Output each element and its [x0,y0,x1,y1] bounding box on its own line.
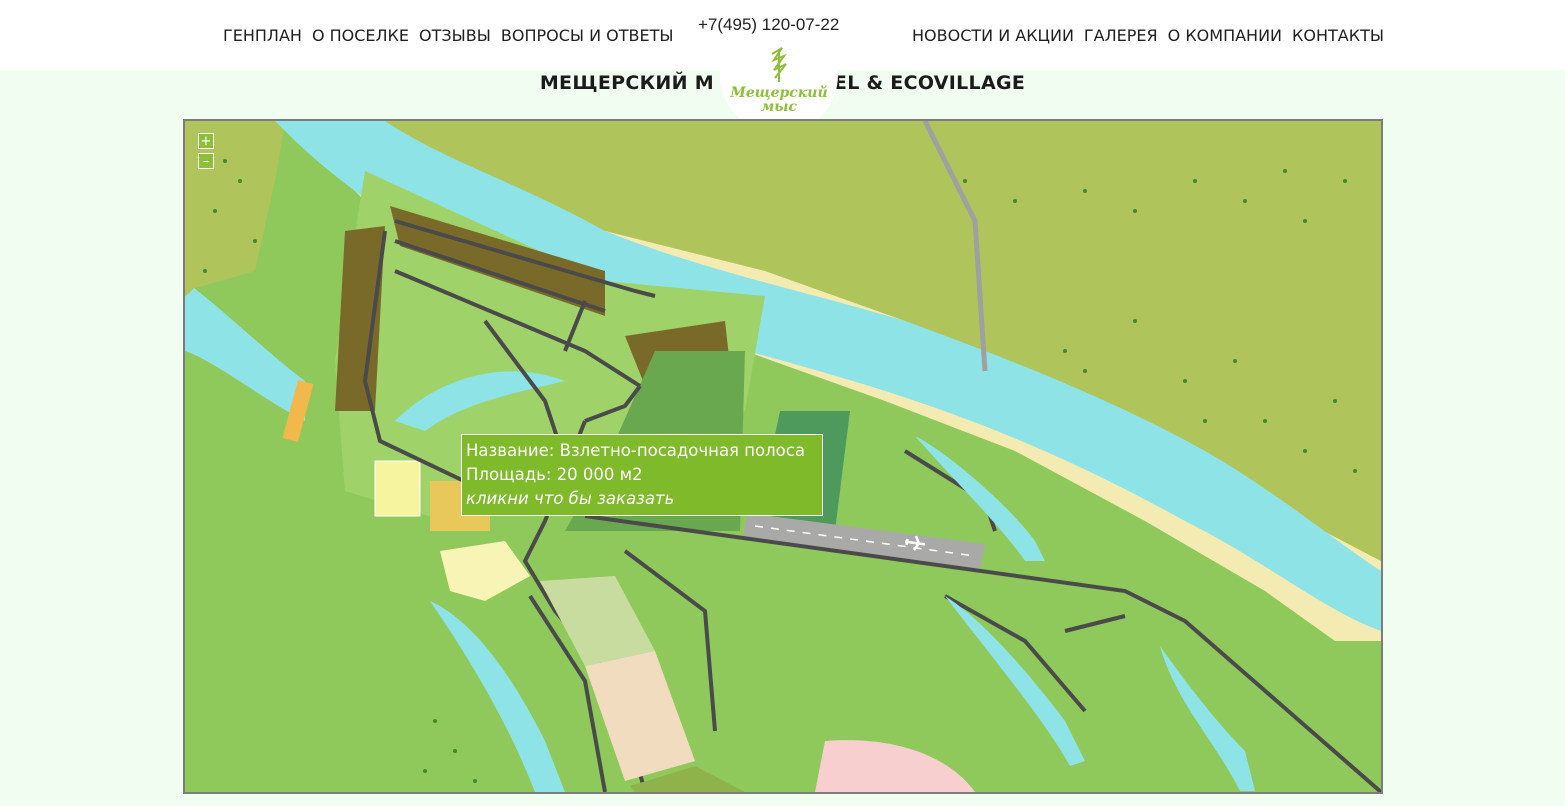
nav-item-faq[interactable]: ВОПРОСЫ И ОТВЕТЫ [501,26,674,45]
nav-item-company[interactable]: О КОМПАНИИ [1168,26,1282,45]
tree-logo-icon [771,47,787,82]
nav-item-reviews[interactable]: ОТЗЫВЫ [419,26,491,45]
tooltip-order-link[interactable]: кликни что бы заказать [466,487,822,511]
phone-number[interactable]: +7(495) 120-07-22 [698,15,839,35]
page-title-left: МЕЩЕРСКИЙ М [539,72,714,94]
zoom-in-button[interactable]: + [198,133,214,149]
nav-left: ГЕНПЛАН О ПОСЕЛКЕ ОТЗЫВЫ ВОПРОСЫ И ОТВЕТ… [223,26,674,45]
nav-item-contacts[interactable]: КОНТАКТЫ [1292,26,1384,45]
map-tooltip[interactable]: Название: Взлетно-посадочная полоса Площ… [461,434,823,516]
logo-line-2: мыс [760,99,798,115]
nav-right: НОВОСТИ И АКЦИИ ГАЛЕРЕЯ О КОМПАНИИ КОНТА… [912,26,1384,45]
nav-item-about[interactable]: О ПОСЕЛКЕ [312,26,409,45]
tooltip-name: Название: Взлетно-посадочная полоса [466,441,805,460]
zoom-out-button[interactable]: – [198,153,214,169]
page-title-right: EL & ECOVILLAGE [833,72,1026,94]
football-field [374,460,421,517]
logo-line-1: Мещерский [730,85,828,101]
logo-text: Мещерский мыс [720,86,838,114]
site-plan-map[interactable]: + – Название: Взлетно-посадочная полоса … [183,119,1383,794]
nav-item-news[interactable]: НОВОСТИ И АКЦИИ [912,26,1074,45]
nav-item-genplan[interactable]: ГЕНПЛАН [223,26,302,45]
tooltip-area: Площадь: 20 000 м2 [466,465,643,484]
nav-item-gallery[interactable]: ГАЛЕРЕЯ [1084,26,1158,45]
